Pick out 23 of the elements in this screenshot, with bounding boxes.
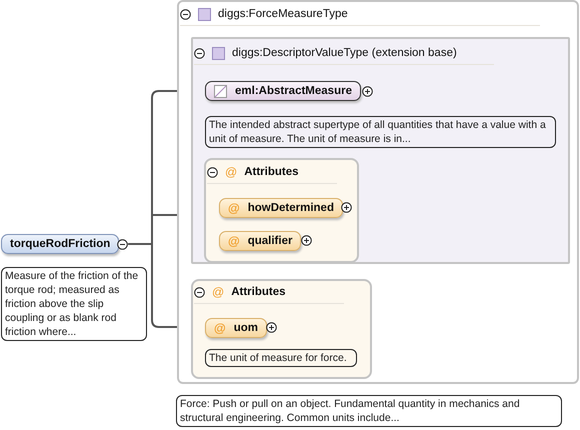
expand-icon[interactable]: [301, 235, 312, 246]
attributes-title: Attributes: [231, 286, 286, 298]
attributes-title: Attributes: [244, 166, 298, 178]
documentation-note: Measure of the friction of the torque rod; measured as friction above the slip coupling or as blank rod friction where...: [1, 267, 147, 341]
attribute-node[interactable]: @ uom: [205, 318, 267, 338]
abstract-element-node[interactable]: eml:AbstractMeasure: [205, 81, 361, 101]
expand-icon[interactable]: [341, 202, 352, 213]
attribute-node[interactable]: @ howDetermined: [219, 198, 343, 218]
abstract-icon: [214, 84, 227, 98]
documentation-note: The unit of measure for force.: [205, 349, 357, 367]
expand-icon[interactable]: [362, 86, 373, 97]
expand-icon[interactable]: [266, 322, 277, 333]
documentation-note: The intended abstract supertype of all quantities that have a value with a unit of measure. The unit of measure is in...: [205, 116, 556, 148]
attribute-icon: @: [225, 165, 238, 179]
attribute-node[interactable]: @ qualifier: [219, 231, 302, 251]
attribute-icon: @: [212, 285, 224, 299]
collapse-icon[interactable]: [117, 239, 128, 250]
extension-title: diggs:DescriptorValueType (extension base): [232, 47, 457, 59]
square-icon: [198, 8, 211, 20]
documentation-note: Force: Push or pull on an object. Fundamental quantity in mechanics and structural engineering. Common units include...: [176, 395, 562, 427]
type-title: diggs:ForceMeasureType: [218, 8, 348, 20]
square-icon: [212, 46, 225, 60]
element-node[interactable]: torqueRodFriction: [1, 234, 120, 254]
